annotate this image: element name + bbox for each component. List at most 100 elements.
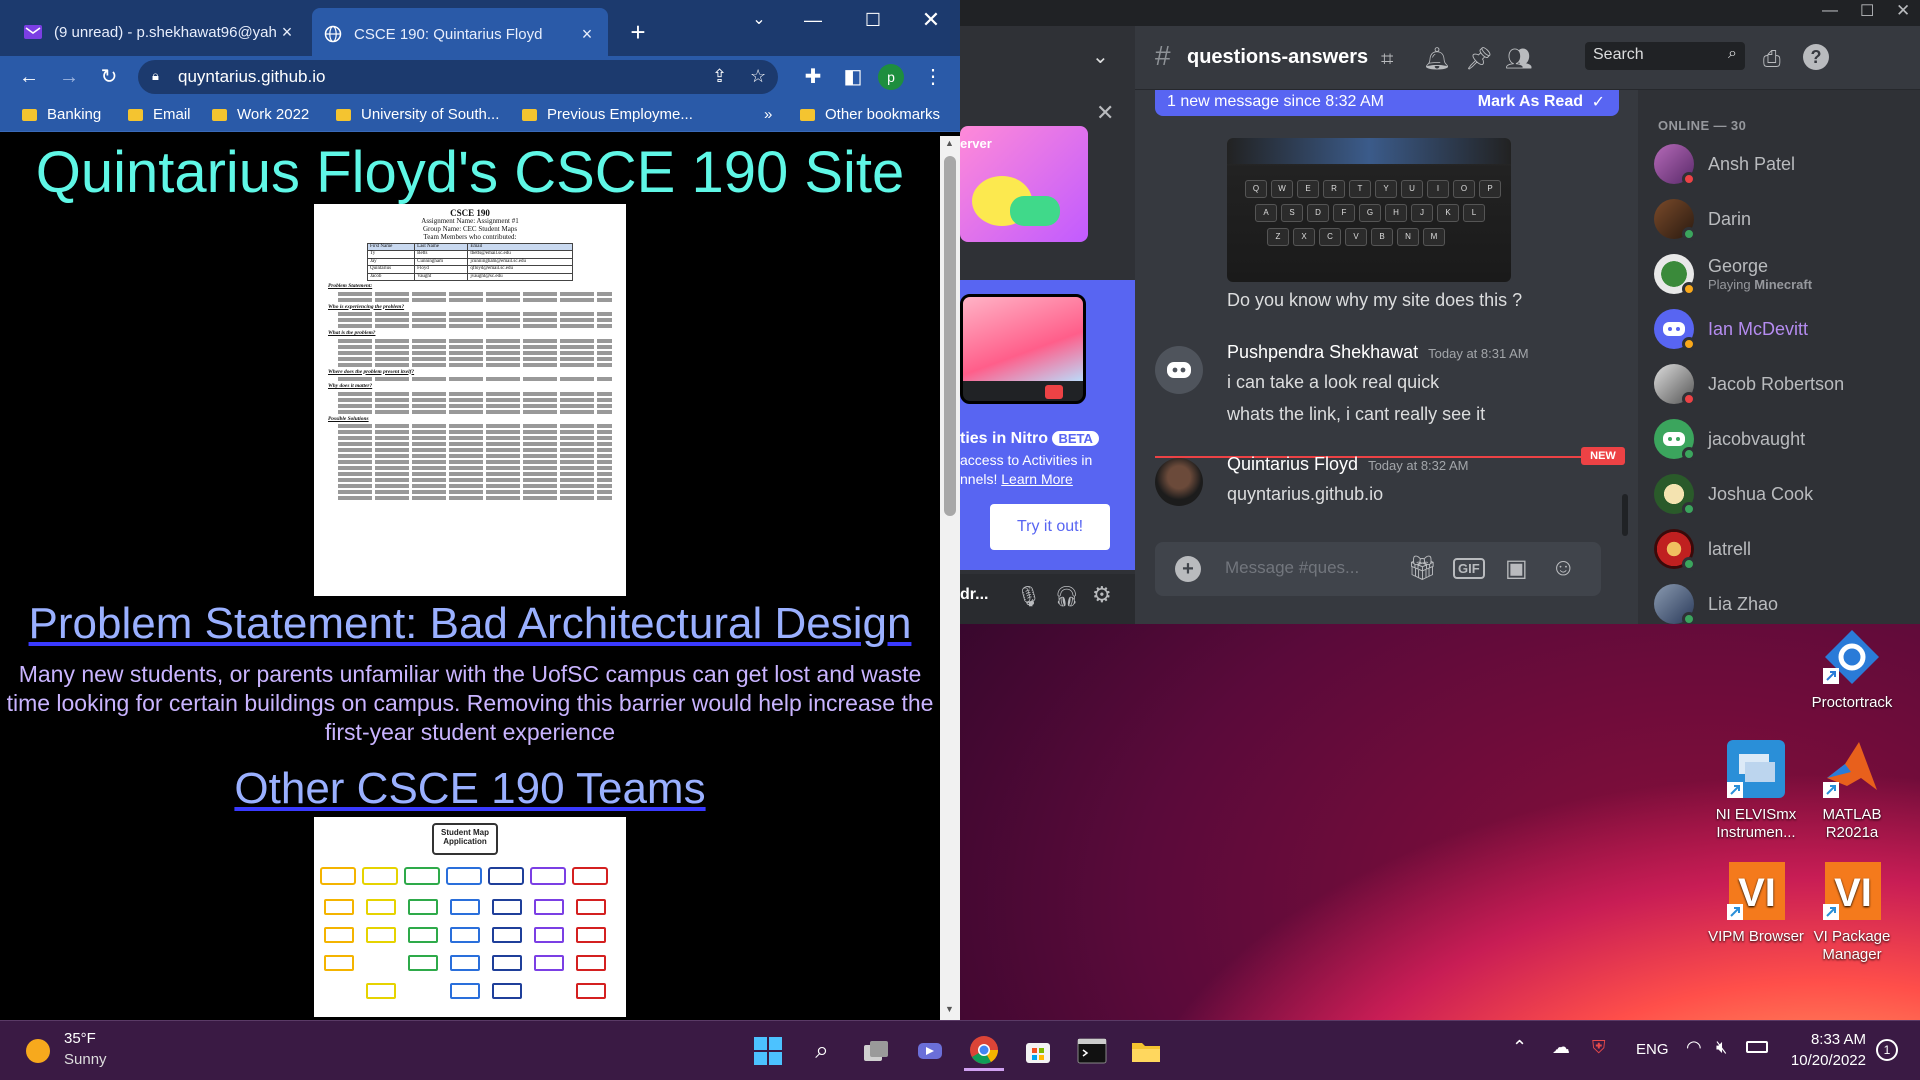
threads-icon[interactable]: ⌗ xyxy=(1381,46,1393,72)
attached-photo-keyboard[interactable]: Q W E R T Y U I O P A S D F G H J K L Z xyxy=(1227,138,1511,282)
chrome-taskbar-icon[interactable] xyxy=(964,1031,1004,1071)
message-input[interactable]: + Message #ques... 🎁︎ GIF ▣ ☺ xyxy=(1155,542,1601,596)
minimize-button[interactable]: — xyxy=(784,0,842,40)
pinned-messages-icon[interactable]: 📌︎ xyxy=(1465,46,1493,72)
doc-text-line xyxy=(338,472,612,476)
onedrive-cloud-icon[interactable]: ☁ xyxy=(1552,1037,1570,1058)
try-it-out-button[interactable]: Try it out! xyxy=(990,504,1110,550)
gift-icon[interactable]: 🎁︎ xyxy=(1407,554,1437,583)
settings-gear-icon[interactable]: ⚙ xyxy=(1092,582,1112,608)
store-icon[interactable] xyxy=(1018,1031,1058,1071)
member-item[interactable]: latrell xyxy=(1654,527,1751,571)
close-tab-icon[interactable]: × xyxy=(278,22,296,43)
member-list: ONLINE — 30 Ansh Patel Darin George Playi… xyxy=(1622,90,1920,624)
bookmark-star-icon[interactable]: ☆ xyxy=(750,66,766,87)
member-item[interactable]: George Playing Minecraft xyxy=(1654,252,1812,296)
bookmark-university[interactable]: University of South... xyxy=(336,106,499,123)
reload-icon[interactable]: ↻ xyxy=(94,62,124,92)
chat-scrollbar[interactable] xyxy=(1622,494,1628,536)
back-arrow-icon[interactable]: ← xyxy=(14,62,44,92)
teams-chat-icon[interactable] xyxy=(910,1031,950,1071)
side-panel-icon[interactable]: ◧ xyxy=(838,62,868,92)
weather-temperature[interactable]: 35°F xyxy=(64,1030,96,1047)
member-item[interactable]: Darin xyxy=(1654,197,1751,241)
page-scrollbar[interactable]: ▲ ▼ xyxy=(940,136,960,1020)
close-tab-icon[interactable]: × xyxy=(578,24,596,45)
inbox-icon[interactable]: ⎙ xyxy=(1763,46,1781,72)
search-icon[interactable]: ⌕ xyxy=(802,1031,842,1071)
bookmarks-overflow-chevron[interactable]: » xyxy=(764,106,772,123)
member-item[interactable]: Lia Zhao xyxy=(1654,582,1778,624)
mark-as-read-button[interactable]: Mark As Read xyxy=(1478,93,1583,111)
search-input[interactable]: Search ⌕ xyxy=(1585,42,1745,70)
clock-time[interactable]: 8:33 AM xyxy=(1788,1031,1866,1048)
scroll-up-arrow-icon[interactable]: ▲ xyxy=(945,138,954,148)
avatar[interactable] xyxy=(1155,458,1203,506)
share-icon[interactable]: ⇪ xyxy=(712,66,727,87)
tab-search-icon[interactable]: ⌄ xyxy=(730,0,788,40)
problem-statement-heading[interactable]: Problem Statement: Bad Architectural Des… xyxy=(0,598,940,650)
notification-badge[interactable]: 1 xyxy=(1876,1039,1898,1061)
server-boost-banner[interactable]: erver xyxy=(960,126,1088,242)
add-attachment-icon[interactable]: + xyxy=(1175,556,1201,582)
avatar[interactable] xyxy=(1155,346,1203,394)
member-list-icon[interactable]: 👥︎ xyxy=(1505,46,1533,72)
member-item[interactable]: Ian McDevitt xyxy=(1654,307,1808,351)
wifi-icon[interactable]: ◠ xyxy=(1686,1037,1702,1058)
member-item[interactable]: Ansh Patel xyxy=(1654,142,1795,186)
forward-arrow-icon[interactable]: → xyxy=(54,62,84,92)
member-item[interactable]: Jacob Robertson xyxy=(1654,362,1844,406)
new-messages-bar[interactable]: 1 new message since 8:32 AM Mark As Read… xyxy=(1155,90,1619,116)
author-name[interactable]: Quintarius Floyd xyxy=(1227,454,1358,474)
language-indicator[interactable]: ENG xyxy=(1636,1041,1669,1058)
sun-weather-icon[interactable] xyxy=(26,1039,50,1063)
member-item[interactable]: Joshua Cook xyxy=(1654,472,1813,516)
notification-bell-icon[interactable]: 🔔︎ xyxy=(1423,46,1451,72)
start-windows-icon[interactable] xyxy=(748,1031,788,1071)
help-icon[interactable]: ? xyxy=(1803,44,1829,70)
gif-icon[interactable]: GIF xyxy=(1453,558,1485,579)
close-window-button[interactable]: ✕ xyxy=(902,0,960,40)
new-tab-button[interactable]: + xyxy=(624,14,652,50)
extensions-puzzle-icon[interactable]: ✚ xyxy=(798,62,828,92)
weather-description[interactable]: Sunny xyxy=(64,1051,107,1068)
clock-date[interactable]: 10/20/2022 xyxy=(1788,1052,1866,1069)
desktop-icon-proctortrack[interactable]: Proctortrack xyxy=(1804,626,1900,712)
server-menu-chevron-icon[interactable]: ⌄ xyxy=(1092,44,1109,69)
scroll-down-arrow-icon[interactable]: ▼ xyxy=(945,1004,954,1014)
show-hidden-icons-chevron[interactable]: ⌃ xyxy=(1512,1037,1527,1058)
other-teams-link[interactable]: Other CSCE 190 Teams xyxy=(0,763,940,815)
learn-more-link[interactable]: Learn More xyxy=(1001,471,1073,487)
bookmark-previous-employment[interactable]: Previous Employme... xyxy=(522,106,693,123)
antivirus-tray-icon[interactable]: ⛨ xyxy=(1592,1037,1606,1058)
desktop-icon-matlab[interactable]: MATLAB R2021a xyxy=(1804,738,1900,842)
battery-icon[interactable] xyxy=(1746,1041,1768,1053)
desktop-icon-ni-elvismx[interactable]: NI ELVISmx Instrumen... xyxy=(1708,738,1804,842)
close-window-button[interactable]: ✕ xyxy=(1896,1,1910,21)
bookmark-work-2022[interactable]: Work 2022 xyxy=(212,106,309,123)
microphone-icon[interactable]: 🎙︎ xyxy=(1016,584,1041,609)
terminal-icon[interactable] xyxy=(1072,1031,1112,1071)
tab-yahoo-mail[interactable]: (9 unread) - p.shekhawat96@yah × xyxy=(12,12,308,52)
headphones-icon[interactable]: 🎧︎ xyxy=(1054,584,1079,609)
maximize-button[interactable]: ☐ xyxy=(1860,1,1874,21)
task-view-icon[interactable] xyxy=(856,1031,896,1071)
close-icon[interactable]: ✕ xyxy=(1096,100,1114,126)
author-name[interactable]: Pushpendra Shekhawat xyxy=(1227,342,1418,362)
maximize-button[interactable]: ☐ xyxy=(844,0,902,40)
member-item[interactable]: jacobvaught xyxy=(1654,417,1805,461)
bookmark-other[interactable]: Other bookmarks xyxy=(800,106,940,123)
bookmark-email[interactable]: Email xyxy=(128,106,191,123)
minimize-button[interactable]: — xyxy=(1822,2,1838,20)
menu-kebab-icon[interactable]: ⋮ xyxy=(918,62,948,92)
scrollbar-thumb[interactable] xyxy=(944,156,956,516)
desktop-icon-vipm-browser[interactable]: VI VIPM Browser xyxy=(1708,860,1804,946)
desktop-icon-vi-package-manager[interactable]: VI VI Package Manager xyxy=(1804,860,1900,964)
file-explorer-icon[interactable] xyxy=(1126,1031,1166,1071)
volume-muted-icon[interactable]: 🔇︎ xyxy=(1716,1037,1727,1058)
emoji-icon[interactable]: ☺ xyxy=(1551,554,1576,582)
sticker-icon[interactable]: ▣ xyxy=(1505,554,1528,583)
address-bar[interactable]: 🔒︎ quyntarius.github.io ⇪ ☆ xyxy=(138,60,778,94)
profile-avatar[interactable]: p xyxy=(878,64,904,90)
bookmark-banking[interactable]: Banking xyxy=(22,106,101,123)
